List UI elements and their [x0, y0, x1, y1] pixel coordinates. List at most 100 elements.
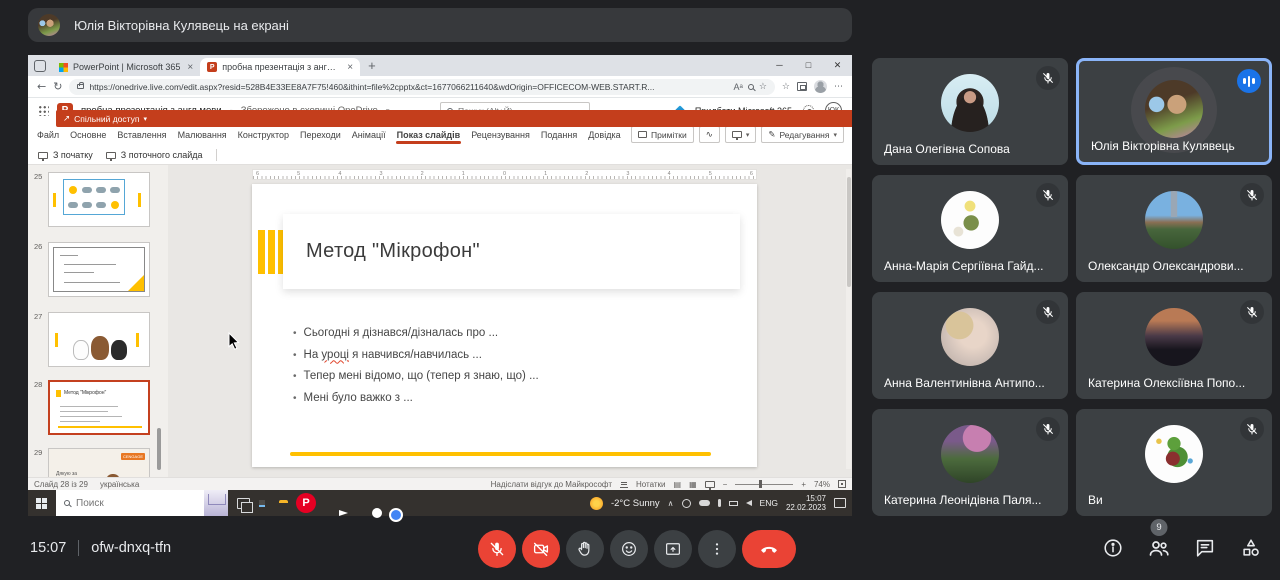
- participant-tile-speaking[interactable]: Юлія Вікторівна Кулявець: [1076, 58, 1272, 165]
- taskbar-search-input[interactable]: [76, 498, 198, 509]
- collections-icon[interactable]: [797, 82, 807, 91]
- meeting-details-button[interactable]: [1100, 535, 1126, 561]
- tray-mic-icon[interactable]: [718, 499, 721, 507]
- onedrive-cloud-icon[interactable]: [699, 500, 710, 506]
- task-view-icon[interactable]: [237, 498, 250, 509]
- more-options-button[interactable]: [698, 530, 736, 568]
- participant-tile[interactable]: Анна Валентинівна Антипо...: [872, 292, 1068, 399]
- fit-to-window-icon[interactable]: [838, 480, 846, 488]
- slide-thumbnail-28-selected[interactable]: Метод "Мікрофон": [48, 380, 150, 435]
- end-call-button[interactable]: [742, 530, 796, 568]
- slide-title-box[interactable]: Метод "Мікрофон": [283, 214, 740, 289]
- close-window-button[interactable]: ✕: [823, 55, 852, 75]
- participant-tile-self[interactable]: Ви: [1076, 409, 1272, 516]
- camera-toggle-button[interactable]: [522, 530, 560, 568]
- language-indicator[interactable]: українська: [100, 480, 139, 489]
- present-screen-button[interactable]: [654, 530, 692, 568]
- pinterest-icon[interactable]: P: [293, 491, 319, 516]
- start-button[interactable]: [36, 498, 47, 509]
- read-aloud-icon[interactable]: Aᵃ: [733, 82, 742, 92]
- feedback-link[interactable]: Надіслати відгук до Майкрософт: [491, 480, 612, 489]
- minimize-button[interactable]: ─: [765, 55, 794, 75]
- ribbon-tab-slideshow[interactable]: Показ слайдів: [396, 126, 462, 144]
- people-button[interactable]: 9: [1146, 535, 1172, 561]
- tray-clock-icon[interactable]: [682, 499, 691, 508]
- mic-toggle-button[interactable]: [478, 530, 516, 568]
- ribbon-tab-help[interactable]: Довідка: [587, 126, 621, 144]
- browser-menu-icon[interactable]: ⋯: [834, 81, 843, 92]
- slide-thumbnail-26[interactable]: [48, 242, 150, 297]
- favorite-star-icon[interactable]: ☆: [759, 81, 767, 92]
- favorites-bar-icon[interactable]: ☆: [782, 81, 790, 92]
- thumbnail-scrollbar[interactable]: [157, 428, 161, 470]
- ribbon-tab-home[interactable]: Основне: [69, 126, 107, 144]
- participant-tile[interactable]: Катерина Леонідівна Паля...: [872, 409, 1068, 516]
- refresh-icon[interactable]: ↻: [53, 80, 62, 93]
- ribbon-tab-insert[interactable]: Вставлення: [116, 126, 167, 144]
- canvas-scrollbar[interactable]: [846, 169, 851, 469]
- slide-thumbnail-27[interactable]: [48, 312, 150, 367]
- zoom-slider[interactable]: [735, 484, 793, 485]
- editing-mode-button[interactable]: ✎ Редагування ▾: [761, 126, 844, 143]
- reactions-button[interactable]: [610, 530, 648, 568]
- slide-thumbnail-29[interactable]: CENGAGE Дякую за увагу!: [48, 448, 150, 477]
- ribbon-tab-review[interactable]: Рецензування: [470, 126, 531, 144]
- url-field[interactable]: https://onedrive.live.com/edit.aspx?resi…: [69, 79, 774, 95]
- edge-taskbar-icon[interactable]: [259, 500, 265, 507]
- normal-view-icon[interactable]: ▤: [674, 480, 682, 489]
- weather-text[interactable]: -2°C Sunny: [611, 498, 660, 509]
- chrome-icon[interactable]: [381, 501, 387, 506]
- tray-expand-icon[interactable]: ∧: [668, 499, 674, 508]
- weather-sun-icon[interactable]: [590, 497, 603, 510]
- slide-thumbnail-25[interactable]: [48, 172, 150, 227]
- browser-profile-icon[interactable]: [814, 80, 827, 93]
- share-button[interactable]: ↗ Спільний доступ ▾: [56, 110, 852, 127]
- ribbon-tab-draw[interactable]: Малювання: [177, 126, 228, 144]
- from-current-slide-button[interactable]: З поточного слайда: [106, 150, 203, 160]
- maximize-button[interactable]: □: [794, 55, 823, 75]
- zoom-out-icon[interactable]: [748, 84, 754, 90]
- zoom-out-button[interactable]: −: [723, 480, 728, 489]
- comments-button[interactable]: Примітки: [631, 126, 694, 143]
- designer-button[interactable]: ∿: [699, 126, 720, 143]
- ribbon-tab-animations[interactable]: Анімації: [351, 126, 387, 144]
- slide-sorter-icon[interactable]: ▦: [689, 480, 697, 489]
- participant-tile[interactable]: Дана Олегівна Сопова: [872, 58, 1068, 165]
- microsoft365-icon[interactable]: [347, 501, 353, 506]
- notification-center-icon[interactable]: [834, 498, 846, 508]
- participant-tile[interactable]: Катерина Олексіївна Попо...: [1076, 292, 1272, 399]
- google-icon[interactable]: [364, 501, 370, 506]
- ribbon-tab-design[interactable]: Конструктор: [237, 126, 290, 144]
- volume-icon[interactable]: [746, 500, 752, 506]
- app-launcher-icon[interactable]: [38, 105, 49, 116]
- raise-hand-button[interactable]: [566, 530, 604, 568]
- slideshow-view-icon[interactable]: [705, 481, 715, 488]
- zoom-in-button[interactable]: +: [801, 480, 806, 489]
- keyboard-language[interactable]: ENG: [760, 498, 778, 508]
- ribbon-tab-file[interactable]: Файл: [36, 126, 60, 144]
- participant-tile[interactable]: Олександр Олександрови...: [1076, 175, 1272, 282]
- notes-button[interactable]: Нотатки: [636, 480, 666, 489]
- file-explorer-icon[interactable]: [276, 501, 282, 506]
- taskbar-clock[interactable]: 15:07 22.02.2023: [786, 494, 826, 512]
- browser-tab-presentation[interactable]: P пробна презентація з англ мов ×: [200, 58, 360, 76]
- browser-tab-powerpoint-home[interactable]: PowerPoint | Microsoft 365 ×: [52, 58, 200, 76]
- chat-button[interactable]: [1192, 535, 1218, 561]
- ribbon-tab-transitions[interactable]: Переходи: [299, 126, 342, 144]
- battery-icon[interactable]: [729, 501, 738, 506]
- slide-canvas[interactable]: Метод "Мікрофон" •Сьогодні я дізнався/ді…: [252, 184, 757, 467]
- new-tab-button[interactable]: +: [360, 58, 384, 76]
- zoom-percent[interactable]: 74%: [814, 480, 830, 489]
- telegram-icon[interactable]: [330, 501, 336, 506]
- present-button[interactable]: ▾: [725, 126, 757, 143]
- participant-tile[interactable]: Анна-Марія Сергіївна Гайд...: [872, 175, 1068, 282]
- tab-actions-icon[interactable]: [34, 60, 46, 72]
- from-beginning-button[interactable]: З початку: [38, 150, 93, 160]
- close-tab-icon[interactable]: ×: [185, 62, 193, 73]
- slide-bullet-list[interactable]: •Сьогодні я дізнався/дізналась про ... •…: [293, 323, 539, 409]
- taskbar-search-box[interactable]: [56, 490, 228, 516]
- ribbon-tab-view[interactable]: Подання: [540, 126, 578, 144]
- close-tab-icon[interactable]: ×: [345, 62, 353, 73]
- activities-button[interactable]: [1238, 535, 1264, 561]
- back-icon[interactable]: ←: [37, 80, 46, 93]
